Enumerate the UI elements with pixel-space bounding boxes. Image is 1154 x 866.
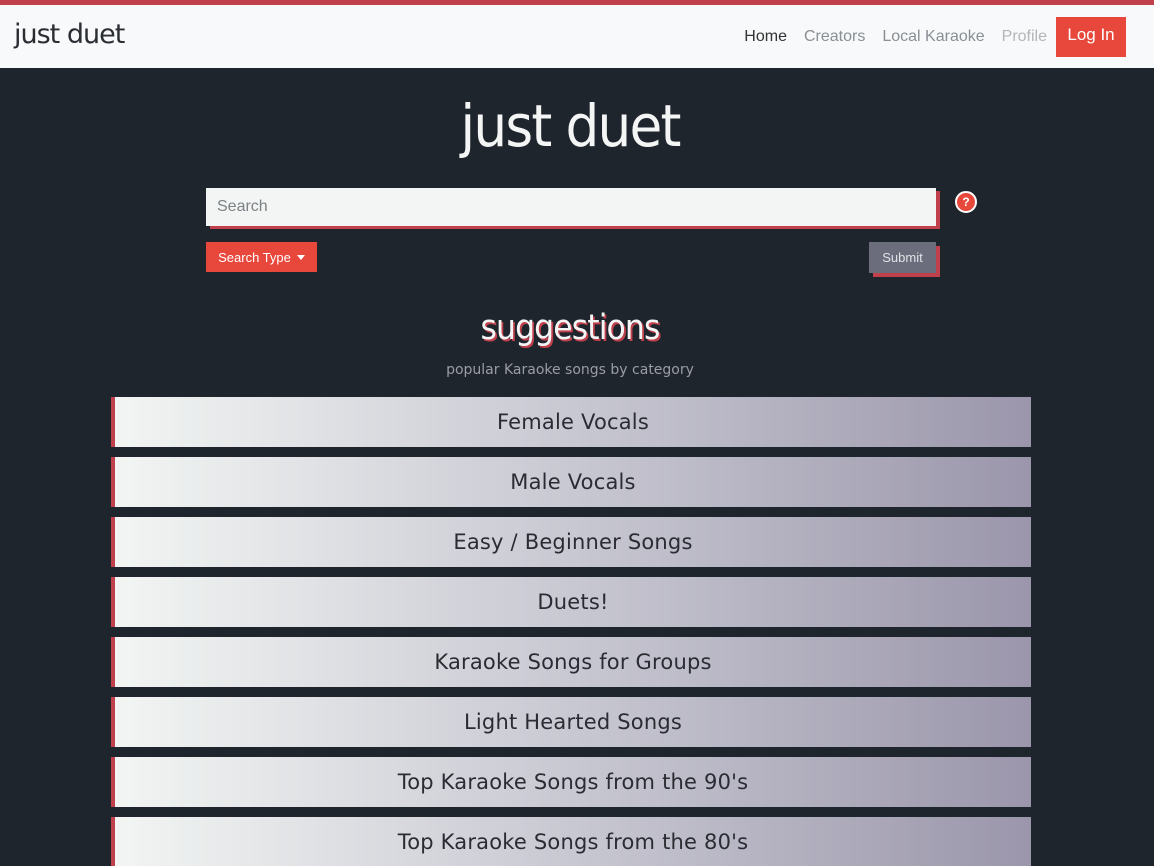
suggestions-title: suggestions bbox=[480, 308, 660, 348]
help-icon[interactable]: ? bbox=[955, 191, 977, 213]
nav-home-link[interactable]: Home bbox=[744, 28, 787, 46]
category-90s[interactable]: Top Karaoke Songs from the 90's bbox=[111, 757, 1031, 807]
category-duets[interactable]: Duets! bbox=[111, 577, 1031, 627]
navbar: just duet Home Creators Local Karaoke Pr… bbox=[0, 5, 1154, 68]
nav-profile-link[interactable]: Profile bbox=[1002, 28, 1047, 46]
nav-links: Home Creators Local Karaoke Profile Log … bbox=[727, 17, 1126, 57]
category-groups[interactable]: Karaoke Songs for Groups bbox=[111, 637, 1031, 687]
nav-local-karaoke-link[interactable]: Local Karaoke bbox=[882, 28, 984, 46]
search-type-dropdown[interactable]: Search Type bbox=[206, 242, 317, 272]
hero-title: just duet bbox=[460, 92, 681, 160]
category-light-hearted[interactable]: Light Hearted Songs bbox=[111, 697, 1031, 747]
nav-creators-link[interactable]: Creators bbox=[804, 28, 865, 46]
category-male-vocals[interactable]: Male Vocals bbox=[111, 457, 1031, 507]
category-list: Female Vocals Male Vocals Easy / Beginne… bbox=[111, 397, 1031, 866]
category-easy-beginner[interactable]: Easy / Beginner Songs bbox=[111, 517, 1031, 567]
search-box bbox=[206, 188, 936, 226]
brand-logo[interactable]: just duet bbox=[14, 19, 125, 50]
search-input[interactable] bbox=[206, 188, 936, 226]
category-female-vocals[interactable]: Female Vocals bbox=[111, 397, 1031, 447]
suggestions-subtitle: popular Karaoke songs by category bbox=[446, 362, 694, 378]
caret-down-icon bbox=[296, 254, 305, 260]
search-type-label: Search Type bbox=[218, 249, 291, 265]
login-button[interactable]: Log In bbox=[1056, 17, 1126, 57]
submit-button[interactable]: Submit bbox=[869, 242, 936, 273]
category-80s[interactable]: Top Karaoke Songs from the 80's bbox=[111, 817, 1031, 866]
